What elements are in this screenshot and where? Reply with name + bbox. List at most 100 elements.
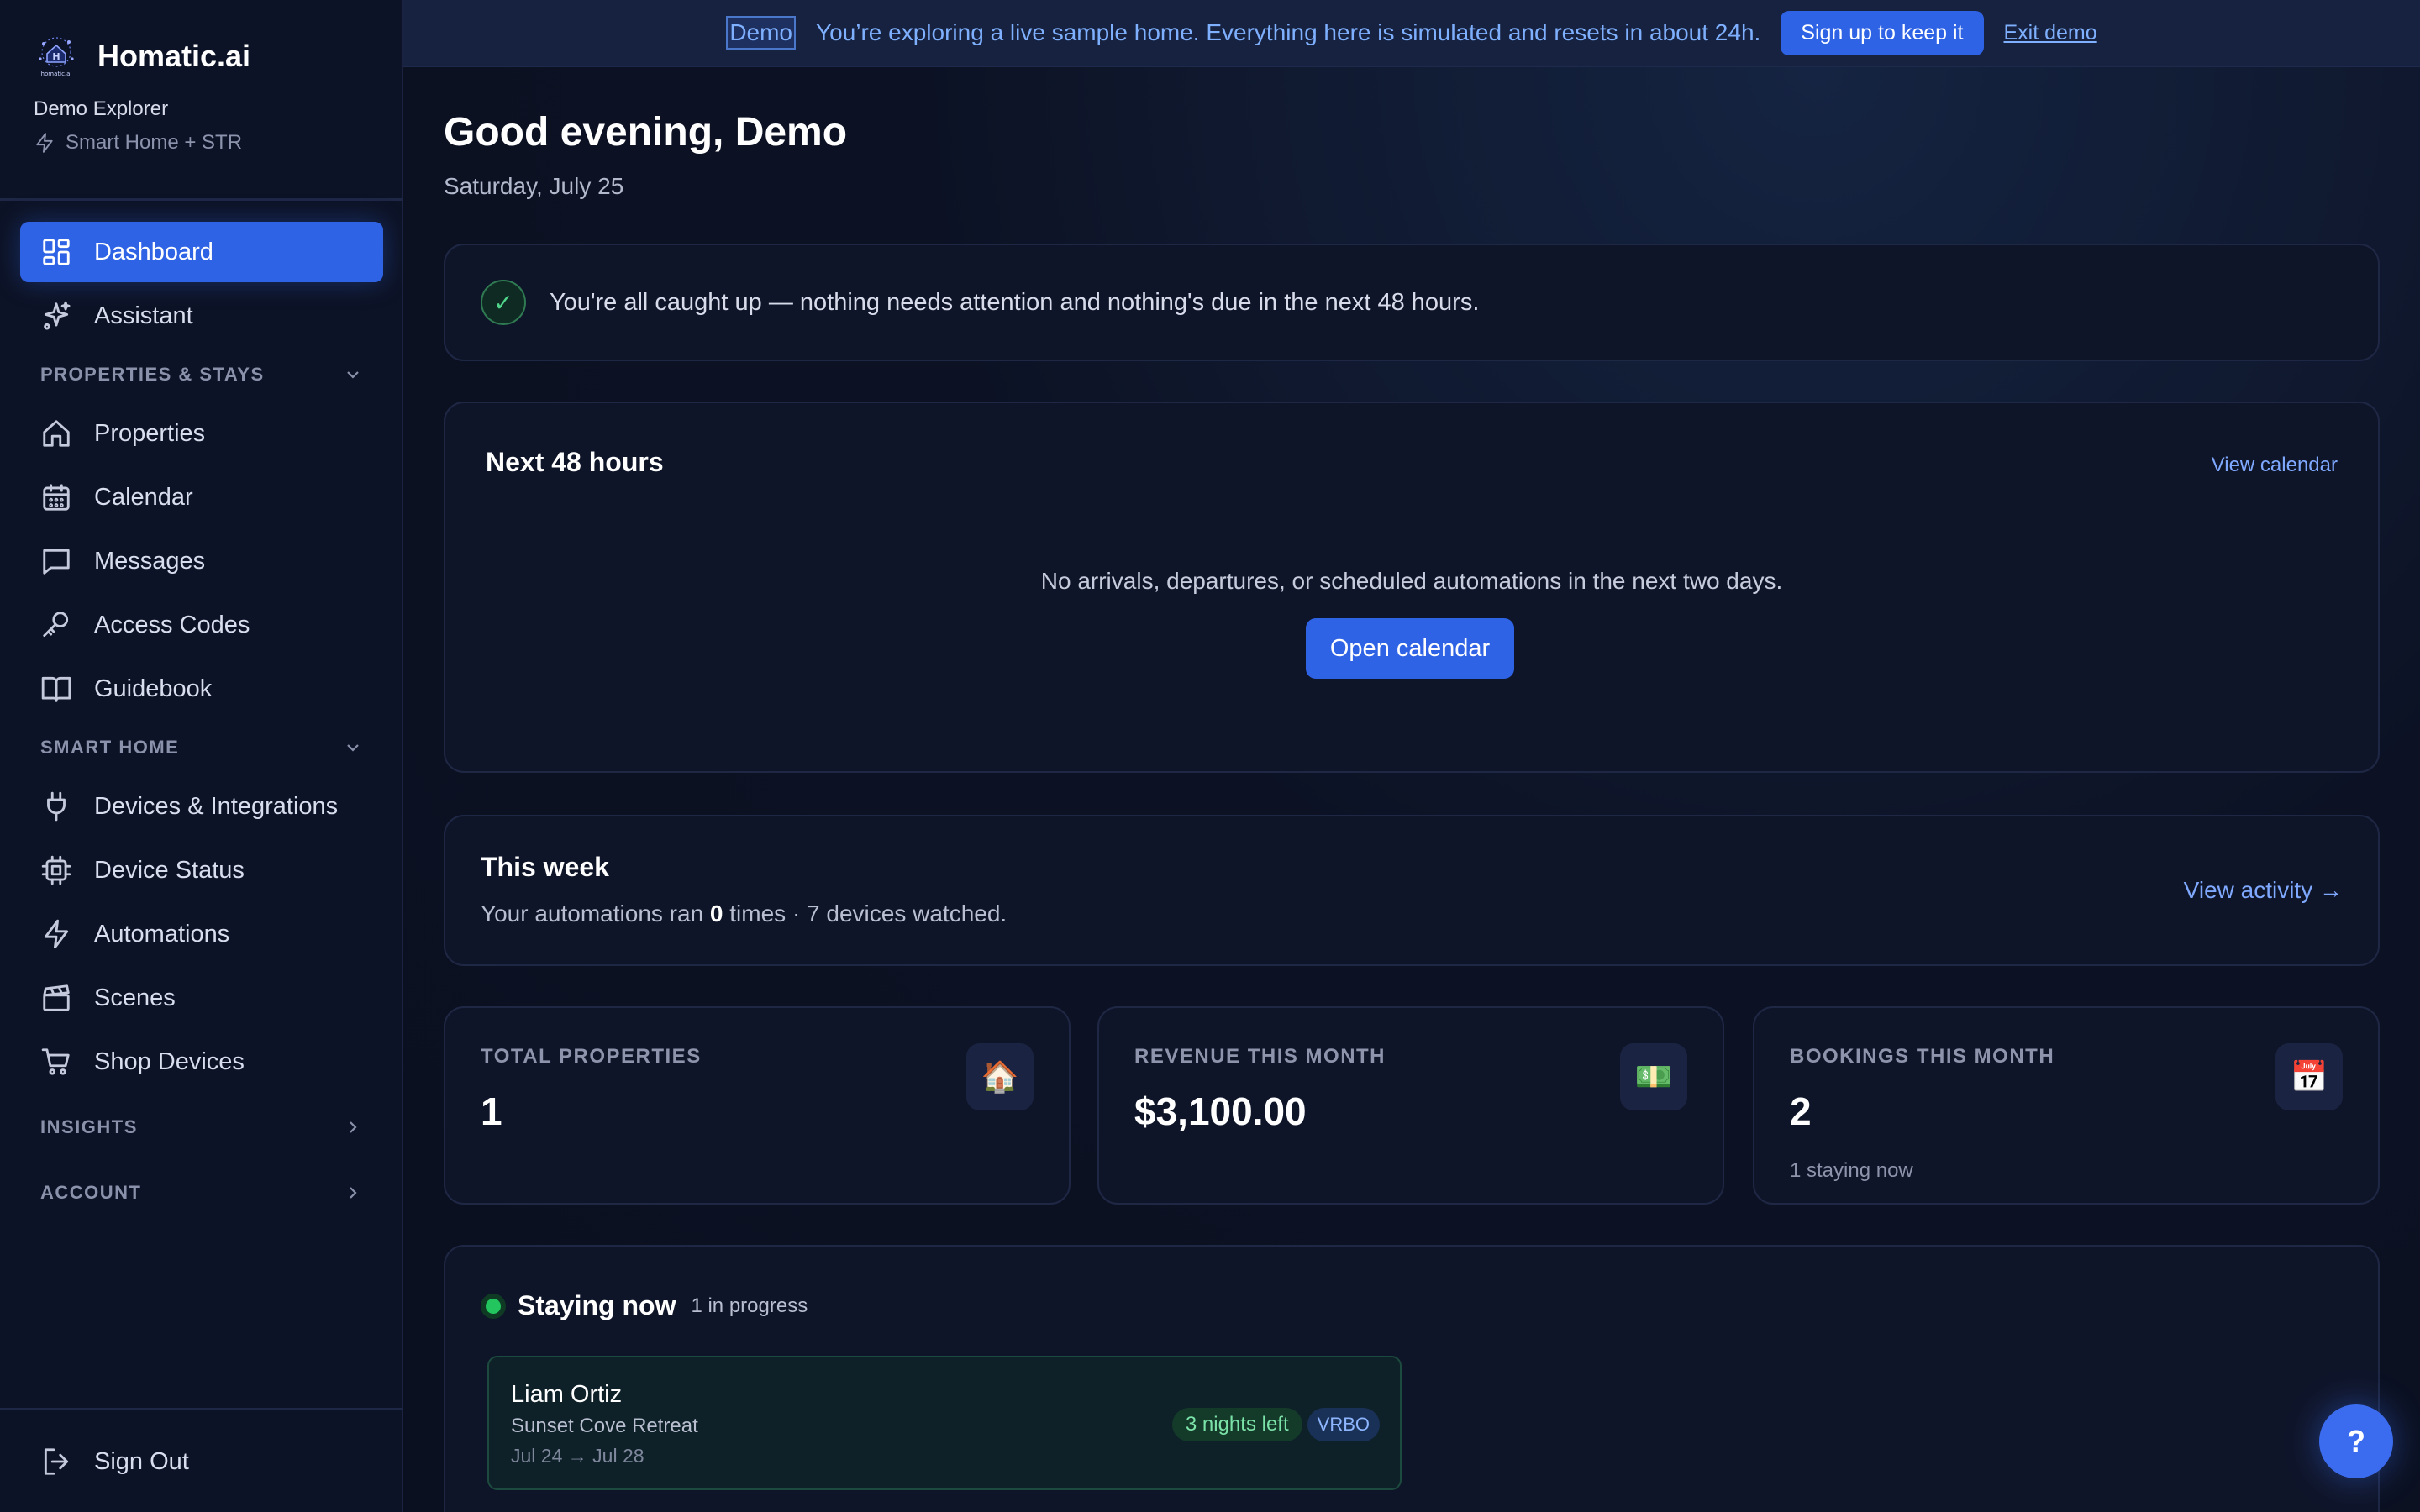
caught-up-text: You're all caught up — nothing needs att… <box>550 288 1480 316</box>
sidebar-item-label: Access Codes <box>94 611 250 638</box>
sidebar-item-automations[interactable]: Automations <box>20 904 383 964</box>
stay-badges: 3 nights left VRBO <box>1171 1408 1380 1441</box>
chevron-down-icon <box>347 371 359 379</box>
stat-card-bookings[interactable]: BOOKINGS THIS MONTH 2 1 staying now 📅 <box>1753 1006 2380 1205</box>
section-properties-stays[interactable]: PROPERTIES & STAYS <box>20 346 383 403</box>
nights-left-badge: 3 nights left <box>1171 1408 1302 1441</box>
sidebar-item-label: Assistant <box>94 302 193 329</box>
stat-label: TOTAL PROPERTIES <box>481 1045 702 1068</box>
sidebar-divider <box>0 198 403 201</box>
sidebar-item-label: Shop Devices <box>94 1047 245 1075</box>
sidebar-item-dashboard[interactable]: Dashboard <box>20 222 383 282</box>
sidebar: H homatic.ai Homatic.ai Demo Explorer Sm… <box>0 0 403 1512</box>
sidebar-item-label: Dashboard <box>94 238 213 265</box>
check-icon: ✓ <box>481 280 526 325</box>
calendar-icon: 📅 <box>2275 1043 2343 1110</box>
summary-prefix: Your automations ran <box>481 900 704 927</box>
section-label: SMART HOME <box>40 737 180 758</box>
brand-logo-icon[interactable]: H homatic.ai <box>34 34 79 79</box>
sidebar-item-guidebook[interactable]: Guidebook <box>20 659 383 719</box>
automation-run-count: 0 <box>709 900 723 927</box>
key-icon <box>43 612 69 638</box>
guest-name: Liam Ortiz <box>511 1381 623 1408</box>
brand-name: Homatic.ai <box>97 39 251 73</box>
page-title: Good evening, Demo <box>444 110 848 155</box>
cart-icon <box>41 1048 70 1075</box>
sidebar-item-scenes[interactable]: Scenes <box>20 968 383 1028</box>
chip-icon <box>41 855 71 885</box>
chevron-down-icon <box>347 744 359 752</box>
summary-suffix: times · 7 devices watched. <box>729 900 1007 927</box>
sidebar-item-label: Properties <box>94 419 206 447</box>
dashboard-icon <box>43 239 70 265</box>
sidebar-item-label: Scenes <box>94 984 176 1011</box>
sidebar-item-assistant[interactable]: Assistant <box>20 286 383 346</box>
sidebar-item-calendar[interactable]: Calendar <box>20 467 383 528</box>
section-smart-home[interactable]: SMART HOME <box>20 719 383 776</box>
chevron-right-icon <box>350 1187 357 1199</box>
plug-icon <box>47 791 66 822</box>
section-label: INSIGHTS <box>40 1116 138 1137</box>
plan-label: Smart Home + STR <box>66 131 243 154</box>
user-name: Demo Explorer <box>34 97 169 120</box>
sidebar-divider <box>0 1408 403 1410</box>
card-title: This week <box>481 852 609 882</box>
next-48-hours-card: Next 48 hours View calendar No arrivals,… <box>444 402 2380 773</box>
plan-tag: Smart Home + STR <box>34 131 387 155</box>
stat-value: $3,100.00 <box>1134 1089 1307 1133</box>
sidebar-item-label: Messages <box>94 547 206 575</box>
stay-dates: Jul 24 → Jul 28 <box>511 1445 644 1467</box>
home-icon <box>43 420 70 447</box>
sidebar-nav: Dashboard Assistant PROPERTIES & STAYS P… <box>20 222 383 1221</box>
section-label: PROPERTIES & STAYS <box>40 364 265 385</box>
view-calendar-link[interactable]: View calendar <box>2212 454 2338 477</box>
view-activity-link[interactable]: View activity → <box>2184 877 2343 904</box>
main-content: Good evening, Demo Saturday, July 25 ✓ Y… <box>403 67 2420 1512</box>
guest-stay-item[interactable]: Liam Ortiz Sunset Cove Retreat Jul 24 → … <box>487 1356 1402 1490</box>
demo-banner: Demo You’re exploring a live sample home… <box>403 0 2420 67</box>
stat-card-total-properties[interactable]: TOTAL PROPERTIES 1 🏠 <box>444 1006 1071 1205</box>
card-title: Next 48 hours <box>486 447 664 477</box>
stat-value: 2 <box>1790 1089 1812 1133</box>
sidebar-item-shop-devices[interactable]: Shop Devices <box>20 1032 383 1092</box>
message-icon <box>43 549 70 575</box>
in-progress-count: 1 in progress <box>691 1294 808 1317</box>
sidebar-item-messages[interactable]: Messages <box>20 531 383 591</box>
current-date: Saturday, July 25 <box>444 173 624 199</box>
money-icon: 💵 <box>1620 1043 1687 1110</box>
sidebar-item-properties[interactable]: Properties <box>20 403 383 464</box>
live-status-icon <box>481 1293 506 1319</box>
section-account[interactable]: ACCOUNT <box>20 1164 383 1221</box>
sidebar-item-access-codes[interactable]: Access Codes <box>20 595 383 655</box>
stat-card-revenue[interactable]: REVENUE THIS MONTH $3,100.00 💵 <box>1097 1006 1724 1205</box>
sidebar-item-devices-integrations[interactable]: Devices & Integrations <box>20 776 383 837</box>
book-open-icon <box>41 676 71 702</box>
sign-up-button[interactable]: Sign up to keep it <box>1781 10 1984 55</box>
sign-out-button[interactable]: Sign Out <box>20 1431 383 1492</box>
this-week-card: This week Your automations ran 0 times ·… <box>444 815 2380 966</box>
sidebar-item-label: Guidebook <box>94 675 213 702</box>
bolt-icon <box>36 133 53 153</box>
automation-summary: Your automations ran 0 times · 7 devices… <box>481 900 1007 927</box>
sparkles-icon <box>44 301 71 330</box>
section-label: ACCOUNT <box>40 1182 142 1203</box>
chevron-right-icon <box>350 1121 357 1133</box>
sidebar-item-label: Device Status <box>94 856 245 884</box>
card-title: Staying now <box>518 1290 676 1320</box>
brand: H homatic.ai Homatic.ai Demo Explorer Sm… <box>34 34 387 155</box>
sidebar-item-label: Automations <box>94 920 230 948</box>
staying-now-header: Staying now 1 in progress <box>481 1290 808 1321</box>
sidebar-item-device-status[interactable]: Device Status <box>20 840 383 900</box>
demo-banner-text: You’re exploring a live sample home. Eve… <box>816 19 1761 45</box>
section-insights[interactable]: INSIGHTS <box>20 1099 383 1156</box>
help-button[interactable]: ? <box>2319 1404 2393 1478</box>
open-calendar-button[interactable]: Open calendar <box>1306 618 1514 679</box>
svg-text:H: H <box>52 51 60 62</box>
stat-label: REVENUE THIS MONTH <box>1134 1045 1386 1068</box>
sidebar-item-label: Devices & Integrations <box>94 792 339 820</box>
calendar-icon <box>43 484 70 511</box>
caught-up-card: ✓ You're all caught up — nothing needs a… <box>444 244 2380 361</box>
channel-badge: VRBO <box>1307 1408 1380 1441</box>
exit-demo-link[interactable]: Exit demo <box>2004 21 2097 45</box>
sign-out-label: Sign Out <box>94 1447 189 1475</box>
